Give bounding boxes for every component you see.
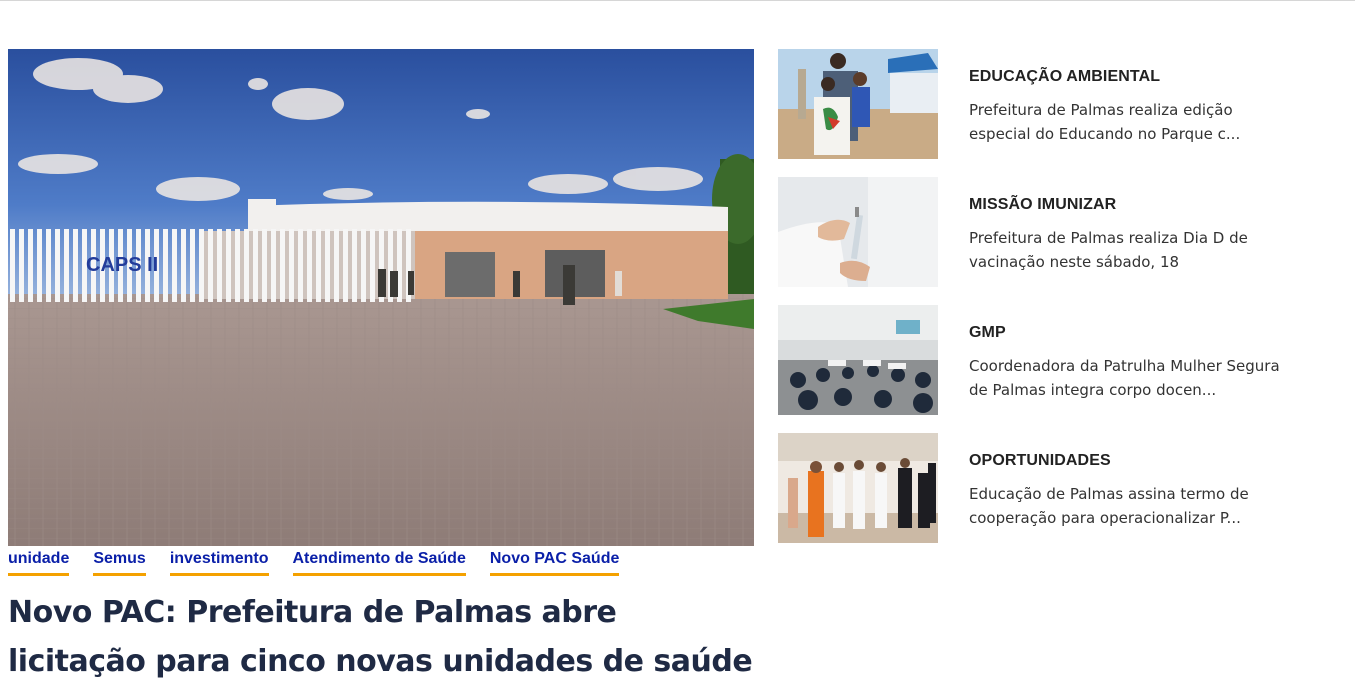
top-divider	[0, 0, 1355, 1]
tag-link[interactable]: Novo PAC Saúde	[489, 550, 620, 576]
building-sign: CAPS II	[86, 254, 158, 276]
news-card[interactable]: GMP Coordenadora da Patrulha Mulher Segu…	[778, 305, 1338, 415]
news-thumbnail[interactable]	[778, 49, 938, 159]
tag-link[interactable]: Atendimento de Saúde	[292, 550, 466, 576]
featured-image: CAPS II	[8, 49, 754, 546]
news-category[interactable]: MISSÃO IMUNIZAR	[969, 195, 1299, 215]
tag-list: unidade Semus investimento Atendimento d…	[8, 550, 754, 576]
news-summary[interactable]: Educação de Palmas assina termo de coope…	[969, 482, 1289, 530]
news-thumbnail[interactable]	[778, 177, 938, 287]
news-card[interactable]: OPORTUNIDADES Educação de Palmas assina …	[778, 433, 1338, 543]
news-card[interactable]: EDUCAÇÃO AMBIENTAL Prefeitura de Palmas …	[778, 49, 1338, 159]
featured-image-link[interactable]: CAPS II	[8, 49, 754, 546]
news-category[interactable]: GMP	[969, 323, 1299, 343]
news-summary[interactable]: Prefeitura de Palmas realiza edição espe…	[969, 98, 1289, 146]
news-category[interactable]: OPORTUNIDADES	[969, 451, 1299, 471]
side-news-list: EDUCAÇÃO AMBIENTAL Prefeitura de Palmas …	[778, 49, 1338, 561]
news-card[interactable]: MISSÃO IMUNIZAR Prefeitura de Palmas rea…	[778, 177, 1338, 287]
news-category[interactable]: EDUCAÇÃO AMBIENTAL	[969, 67, 1299, 87]
tag-link[interactable]: investimento	[169, 550, 269, 576]
tag-link[interactable]: unidade	[8, 550, 70, 576]
featured-headline[interactable]: Novo PAC: Prefeitura de Palmas abre lici…	[8, 588, 754, 680]
news-summary[interactable]: Prefeitura de Palmas realiza Dia D de va…	[969, 226, 1289, 274]
news-thumbnail[interactable]	[778, 433, 938, 543]
news-thumbnail[interactable]	[778, 305, 938, 415]
featured-story: CAPS II unidade Semus investimento Atend…	[8, 49, 754, 680]
news-summary[interactable]: Coordenadora da Patrulha Mulher Segura d…	[969, 354, 1289, 402]
tag-link[interactable]: Semus	[93, 550, 146, 576]
